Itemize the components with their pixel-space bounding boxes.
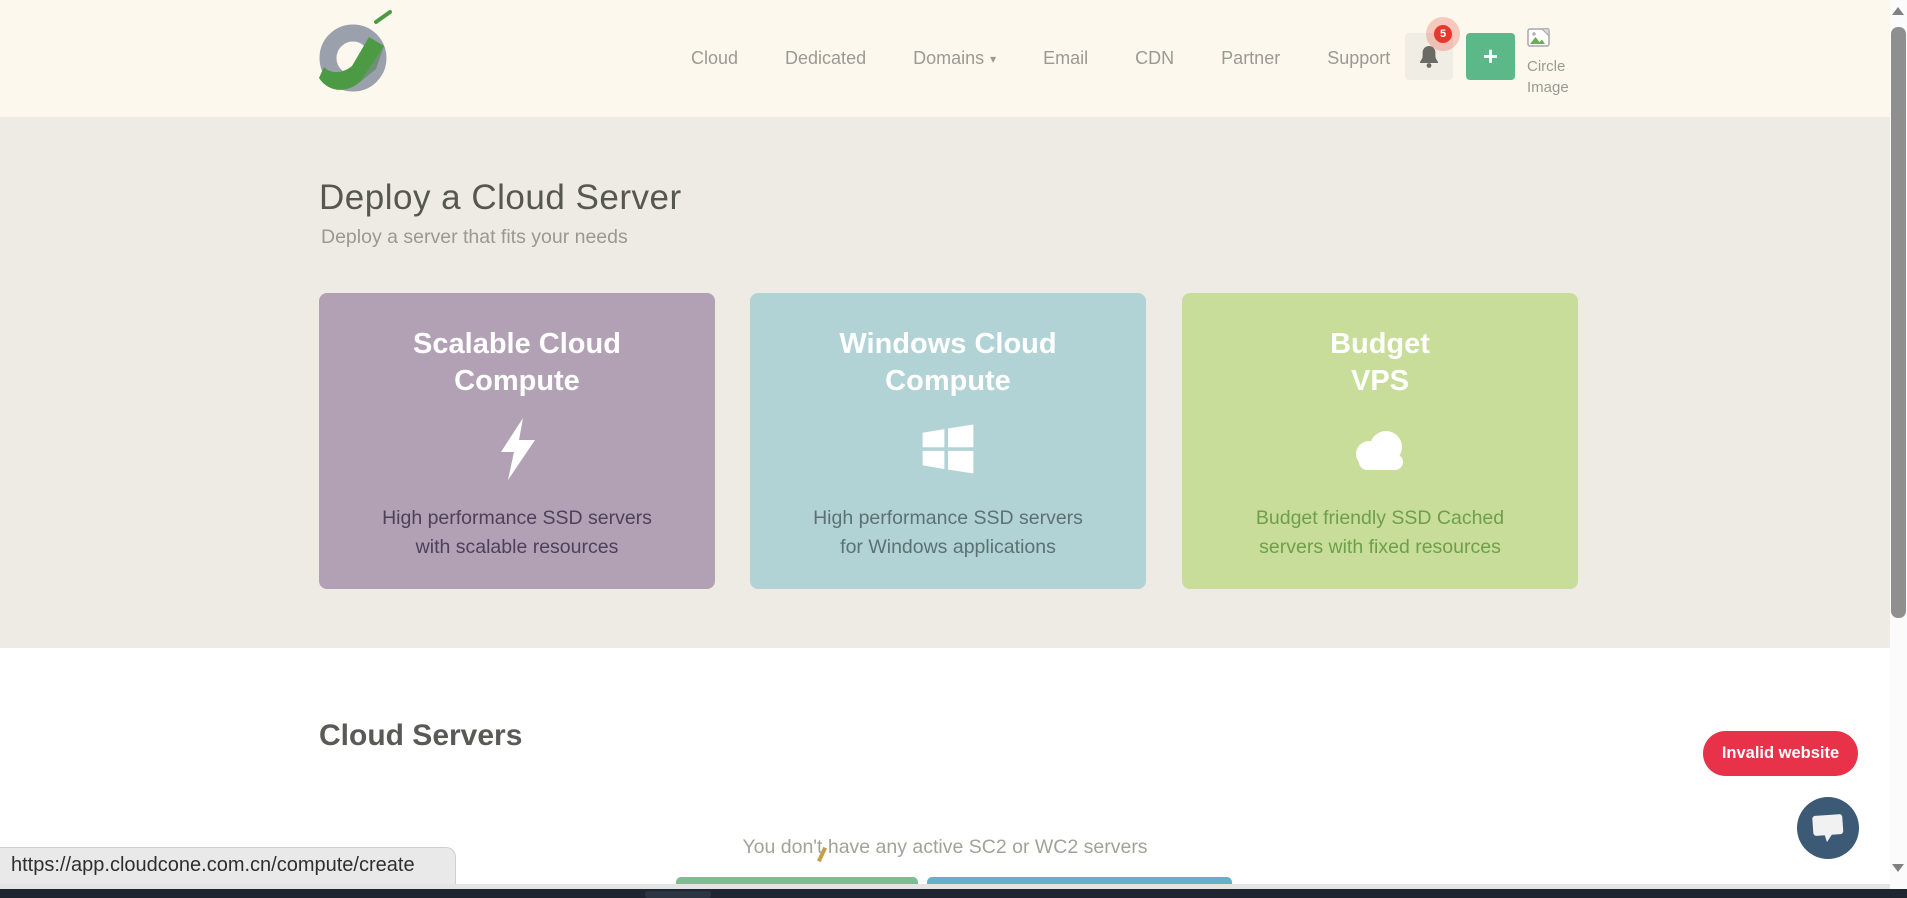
- nav-item-partner[interactable]: Partner: [1221, 48, 1280, 69]
- card-windows-cloud-compute[interactable]: Windows Cloud Compute High performance S…: [750, 293, 1146, 589]
- avatar-alt-text: Circle Image: [1527, 56, 1573, 98]
- browser-status-bar: https://app.cloudcone.com.cn/compute/cre…: [0, 847, 456, 884]
- scroll-up-arrow[interactable]: [1892, 7, 1904, 15]
- nav-item-cloud[interactable]: Cloud: [691, 48, 738, 69]
- user-avatar[interactable]: Circle Image: [1527, 28, 1577, 98]
- create-new-button[interactable]: +: [1466, 33, 1515, 80]
- nav-item-support[interactable]: Support: [1327, 48, 1390, 69]
- scroll-down-arrow[interactable]: [1892, 864, 1904, 872]
- card-title: Budget VPS: [1182, 326, 1578, 400]
- scrollbar-thumb[interactable]: [1891, 27, 1906, 618]
- vertical-scrollbar[interactable]: [1890, 0, 1907, 889]
- live-chat-button[interactable]: [1797, 797, 1859, 859]
- nav-item-dedicated[interactable]: Dedicated: [785, 48, 866, 69]
- card-budget-vps[interactable]: Budget VPS Budget friendly SSD Cached se…: [1182, 293, 1578, 589]
- chat-bubble-icon: [1809, 810, 1847, 846]
- invalid-website-button[interactable]: Invalid website: [1703, 731, 1858, 776]
- page-title: Deploy a Cloud Server: [319, 178, 682, 218]
- card-description: Budget friendly SSD Cached servers with …: [1182, 504, 1578, 562]
- chevron-down-icon: ▾: [990, 52, 996, 66]
- plus-icon: +: [1483, 41, 1498, 72]
- taskbar-strip: [0, 889, 1907, 898]
- nav-item-cdn[interactable]: CDN: [1135, 48, 1174, 69]
- broken-image-icon: [1527, 28, 1550, 48]
- nav-item-domains[interactable]: Domains▾: [913, 48, 996, 69]
- card-scalable-cloud-compute[interactable]: Scalable Cloud Compute High performance …: [319, 293, 715, 589]
- status-url: https://app.cloudcone.com.cn/compute/cre…: [11, 854, 415, 876]
- cloud-icon: [1182, 417, 1578, 481]
- nav-item-email[interactable]: Email: [1043, 48, 1088, 69]
- page-subtitle: Deploy a server that fits your needs: [321, 226, 628, 249]
- card-description: High performance SSD servers with scalab…: [319, 504, 715, 562]
- section-title-cloud-servers: Cloud Servers: [319, 719, 522, 753]
- windows-icon: [750, 417, 1146, 481]
- notification-badge: 5: [1434, 25, 1452, 43]
- card-description: High performance SSD servers for Windows…: [750, 504, 1146, 562]
- top-navbar: Cloud Dedicated Domains▾ Email CDN Partn…: [0, 0, 1890, 117]
- lightning-icon: [319, 417, 715, 481]
- cloudcone-logo[interactable]: [314, 8, 394, 100]
- main-nav: Cloud Dedicated Domains▾ Email CDN Partn…: [691, 0, 1390, 117]
- taskbar-item: [645, 891, 711, 898]
- card-title: Scalable Cloud Compute: [319, 326, 715, 400]
- card-title: Windows Cloud Compute: [750, 326, 1146, 400]
